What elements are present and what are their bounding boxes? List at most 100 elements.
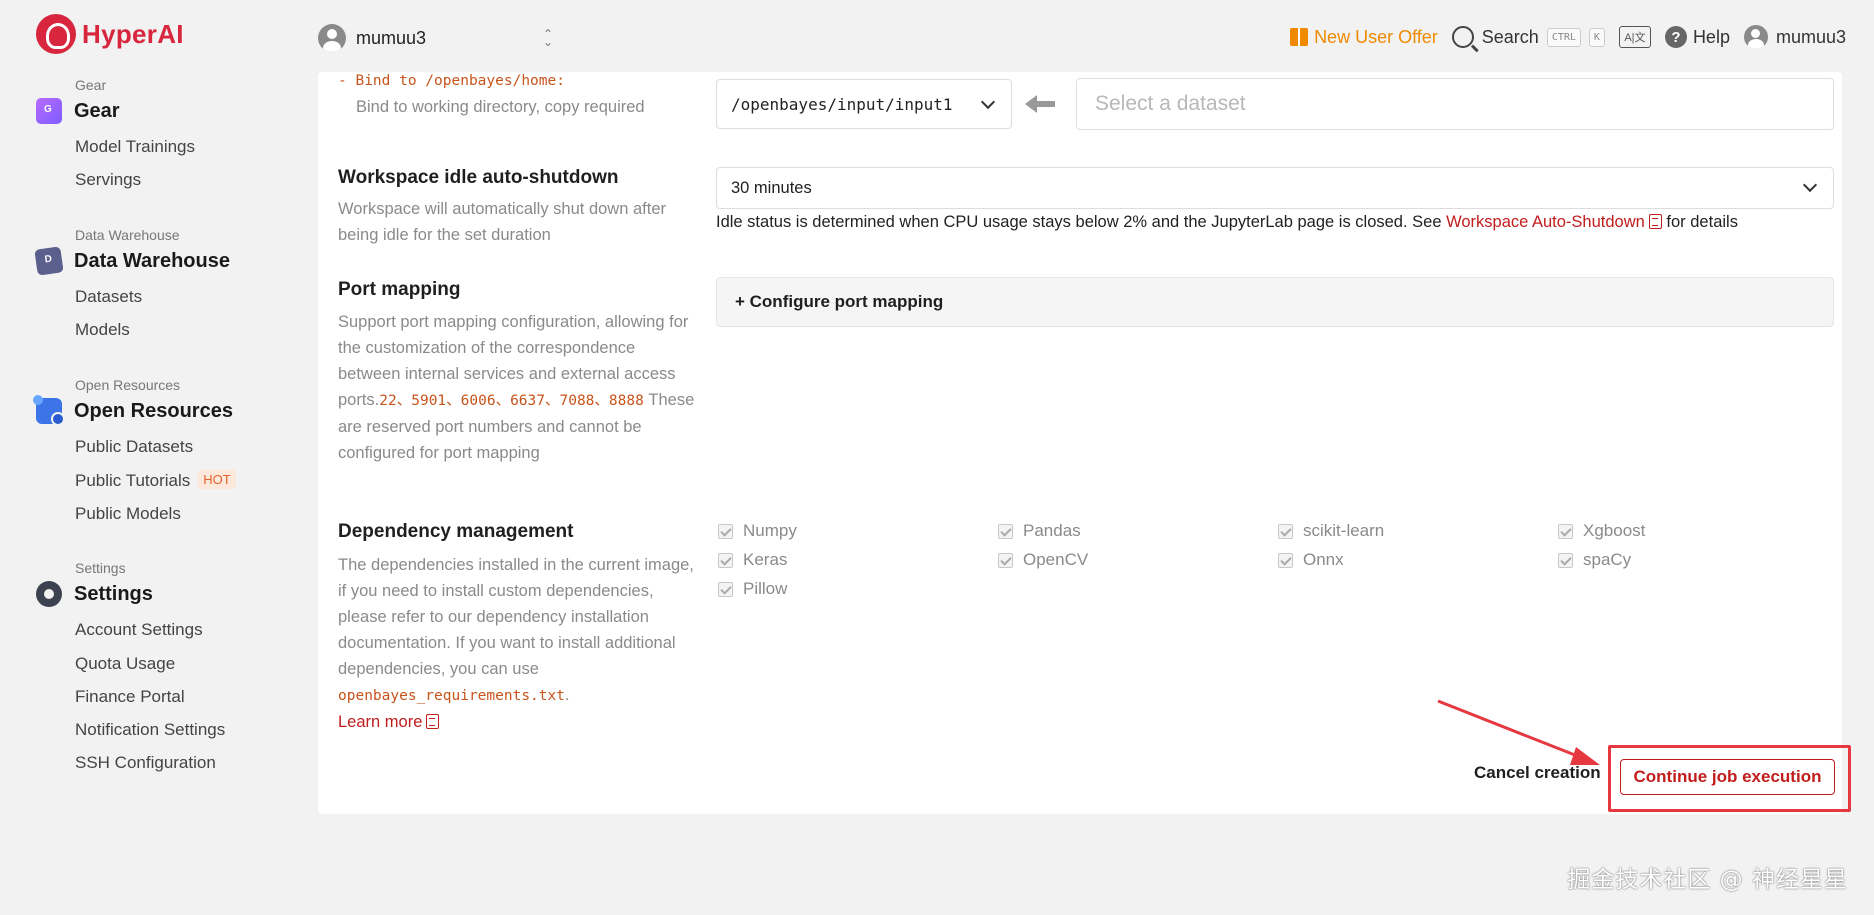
sidebar-item-public-datasets[interactable]: Public Datasets [75,437,193,457]
dep-label: Pandas [1023,521,1081,540]
idle-note-text: Idle status is determined when CPU usage… [716,213,1447,231]
checkbox-disabled [998,523,1013,539]
sidebar-item-account-settings[interactable]: Account Settings [75,620,203,640]
chevron-down-icon [1802,177,1818,193]
brand-name: HyperAI [82,18,184,49]
user-name: mumuu3 [1775,26,1846,47]
section-caption-settings: Settings [75,560,126,576]
gift-icon [1290,28,1309,46]
idle-duration-value: 30 minutes [731,178,812,197]
checkbox-disabled [1558,523,1573,539]
dep-label: Pillow [743,579,788,598]
dep-pandas: Pandas [998,521,1081,541]
section-title-gear: Gear [74,99,120,122]
arrow-left-icon [1025,95,1055,113]
dep-scikit-learn: scikit-learn [1278,521,1384,541]
sidebar-item-label: Public Tutorials [75,471,191,490]
org-name: mumuu3 [356,27,427,48]
sidebar-item-datasets[interactable]: Datasets [75,287,142,307]
hot-badge: HOT [198,470,236,489]
open-resources-icon [33,395,65,426]
checkbox-disabled [1278,523,1293,539]
section-title-data-warehouse: Data Warehouse [74,249,230,272]
requirements-file: openbayes_requirements.txt [338,688,565,704]
dataset-select[interactable]: Select a dataset [1076,78,1834,130]
dep-xgboost: Xgboost [1558,521,1645,541]
checkbox-disabled [718,552,733,568]
checkbox-disabled [998,552,1013,568]
offer-label: New User Offer [1314,26,1438,47]
section-caption-data-warehouse: Data Warehouse [75,227,180,243]
help-label: Help [1692,26,1730,47]
section-caption-gear: Gear [75,77,107,93]
shortcut-k-key: K [1588,27,1605,47]
search-icon [1451,26,1474,48]
sidebar-item-model-trainings[interactable]: Model Trainings [75,137,195,157]
dependency-title: Dependency management [338,521,574,542]
top-bar: HyperAI mumuu3 ⌃ ⌄ New User Offer Search … [0,0,1874,72]
sidebar-item-quota-usage[interactable]: Quota Usage [75,654,175,674]
dep-label: scikit-learn [1303,521,1385,540]
idle-duration-select[interactable]: 30 minutes [716,167,1834,209]
section-gear[interactable]: Gear [36,98,120,124]
dep-keras: Keras [718,550,787,570]
bind-path-select[interactable]: /openbayes/input/input1 [716,79,1012,129]
language-switch-icon[interactable]: A|文 [1618,26,1651,48]
user-menu[interactable]: mumuu3 [1743,25,1846,49]
sidebar-item-finance-portal[interactable]: Finance Portal [75,687,185,707]
bind-desc-text: Bind to working directory, copy required [356,98,645,116]
dep-numpy: Numpy [718,521,797,541]
port-mapping-description: Support port mapping configuration, allo… [338,309,696,466]
bind-path-value: /openbayes/input/input1 [731,94,953,114]
org-switcher[interactable]: mumuu3 ⌃ ⌄ [318,24,553,52]
shortcut-ctrl-key: CTRL [1546,27,1581,47]
sidebar-item-ssh-configuration[interactable]: SSH Configuration [75,753,216,773]
checkbox-disabled [718,581,733,597]
section-data-warehouse[interactable]: Data Warehouse [34,246,230,276]
dep-pillow: Pillow [718,579,787,599]
annotation-arrow-icon [1437,699,1600,765]
dep-label: Onnx [1303,550,1344,569]
settings-gear-icon [36,581,62,607]
search-button[interactable]: Search CTRL K [1451,26,1605,48]
chevron-down-icon [980,94,996,110]
section-title-settings: Settings [74,582,153,605]
dependency-description: The dependencies installed in the curren… [338,552,700,735]
doc-icon [426,714,440,729]
gear-section-icon [36,98,62,124]
watermark: 掘金技术社区 @ 神经星星 [1567,867,1848,893]
sidebar-item-public-models[interactable]: Public Models [75,504,181,524]
checkbox-disabled [1558,552,1573,568]
dep-label: OpenCV [1023,550,1089,569]
checkbox-disabled [718,523,733,539]
section-settings[interactable]: Settings [36,581,153,607]
data-warehouse-icon [34,246,64,276]
dep-label: Xgboost [1583,521,1646,540]
job-creation-form: - Bind to /openbayes/home: Bind to worki… [318,72,1842,814]
bind-path-line: - Bind to /openbayes/home: [338,73,565,89]
auto-shutdown-link[interactable]: Workspace Auto-Shutdown [1446,213,1645,231]
sidebar: Gear Gear Model Trainings Servings Data … [0,72,318,915]
sidebar-item-notification-settings[interactable]: Notification Settings [75,720,225,740]
deps-desc-suffix: . [564,686,570,704]
section-open-resources[interactable]: Open Resources [33,395,233,426]
logo-icon [36,14,76,54]
idle-title: Workspace idle auto-shutdown [338,167,619,188]
section-caption-open-resources: Open Resources [75,377,181,393]
sidebar-item-servings[interactable]: Servings [75,170,141,190]
dep-label: Numpy [743,521,797,540]
new-user-offer-link[interactable]: New User Offer [1290,27,1438,48]
annotation-highlight-box [1608,745,1851,812]
sidebar-item-models[interactable]: Models [75,320,130,340]
user-avatar [1743,25,1768,49]
reserved-ports: 22、5901、6006、6637、7088、8888 [379,393,644,409]
help-button[interactable]: ? Help [1664,26,1730,48]
deps-desc-text: The dependencies installed in the curren… [338,556,694,678]
brand-logo[interactable]: HyperAI [36,14,184,54]
configure-port-mapping-button[interactable]: + Configure port mapping [716,277,1834,327]
idle-note-suffix: for details [1661,213,1738,231]
dep-opencv: OpenCV [998,550,1088,570]
learn-more-link[interactable]: Learn more [338,713,422,731]
sidebar-item-public-tutorials[interactable]: Public Tutorials HOT [75,470,236,491]
bind-description: - Bind to /openbayes/home: Bind to worki… [338,67,708,120]
